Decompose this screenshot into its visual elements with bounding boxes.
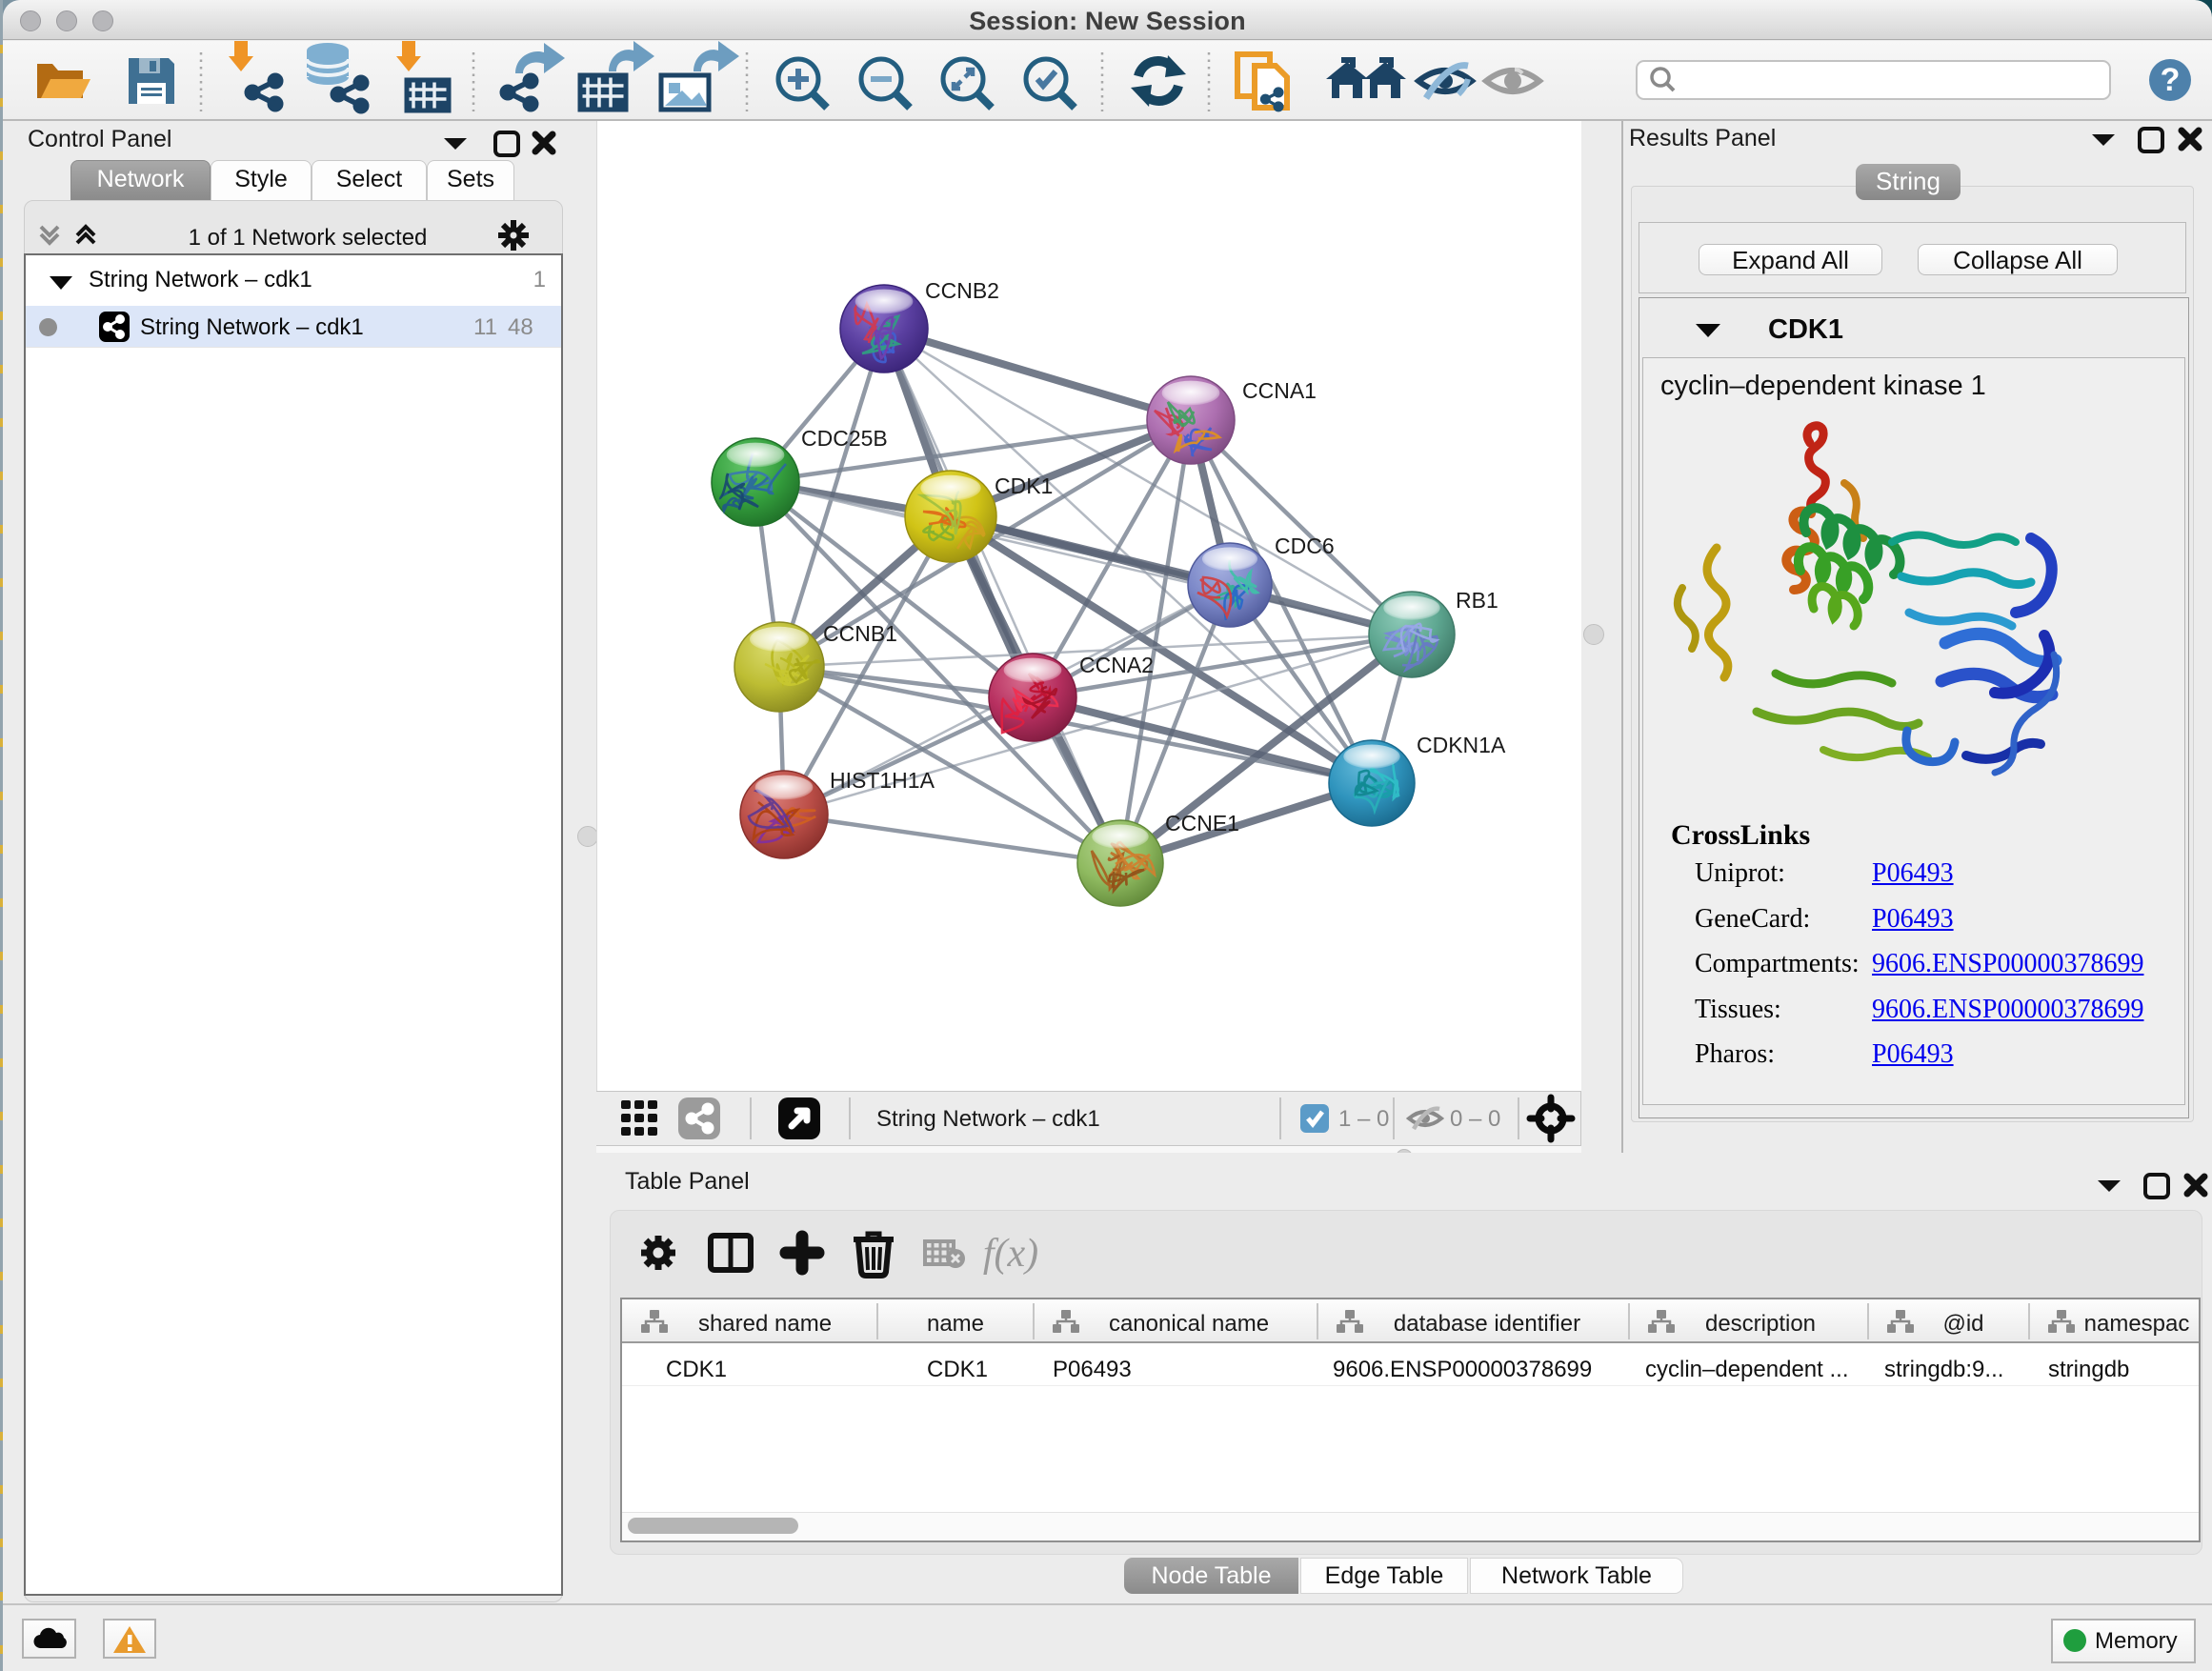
svg-text:CCNE1: CCNE1	[1165, 811, 1239, 836]
svg-text:CDKN1A: CDKN1A	[1417, 733, 1506, 757]
svg-text:CDC25B: CDC25B	[801, 426, 888, 451]
svg-text:9606.ENSP00000378699: 9606.ENSP00000378699	[1333, 1357, 1592, 1382]
svg-text:@id: @id	[1942, 1311, 1983, 1337]
svg-text:1 – 0: 1 – 0	[1338, 1106, 1389, 1132]
svg-text:canonical name: canonical name	[1109, 1311, 1269, 1337]
svg-text:CCNA2: CCNA2	[1079, 653, 1154, 677]
svg-text:?: ?	[2161, 62, 2181, 98]
svg-text:0 – 0: 0 – 0	[1450, 1106, 1500, 1132]
svg-text:namespac: namespac	[2084, 1311, 2190, 1337]
svg-text:name: name	[927, 1311, 984, 1337]
svg-text:RB1: RB1	[1456, 588, 1498, 613]
svg-text:shared name: shared name	[698, 1311, 832, 1337]
svg-text:stringdb: stringdb	[2048, 1357, 2129, 1382]
svg-text:CCNB1: CCNB1	[823, 621, 897, 646]
svg-text:CDK1: CDK1	[927, 1357, 988, 1382]
svg-text:P06493: P06493	[1053, 1357, 1132, 1382]
svg-text:f(x): f(x)	[983, 1232, 1038, 1276]
svg-text:CDK1: CDK1	[666, 1357, 727, 1382]
svg-text:CCNB2: CCNB2	[925, 278, 999, 303]
svg-text:stringdb:9...: stringdb:9...	[1884, 1357, 2003, 1382]
svg-text:CDK1: CDK1	[995, 473, 1053, 498]
svg-text:CDC6: CDC6	[1275, 534, 1335, 558]
svg-text:database identifier: database identifier	[1394, 1311, 1580, 1337]
svg-text:cyclin–dependent ...: cyclin–dependent ...	[1645, 1357, 1848, 1382]
svg-text:CCNA1: CCNA1	[1242, 378, 1317, 403]
svg-text:String Network – cdk1: String Network – cdk1	[876, 1106, 1100, 1132]
svg-text:description: description	[1705, 1311, 1816, 1337]
svg-text:HIST1H1A: HIST1H1A	[830, 768, 935, 793]
